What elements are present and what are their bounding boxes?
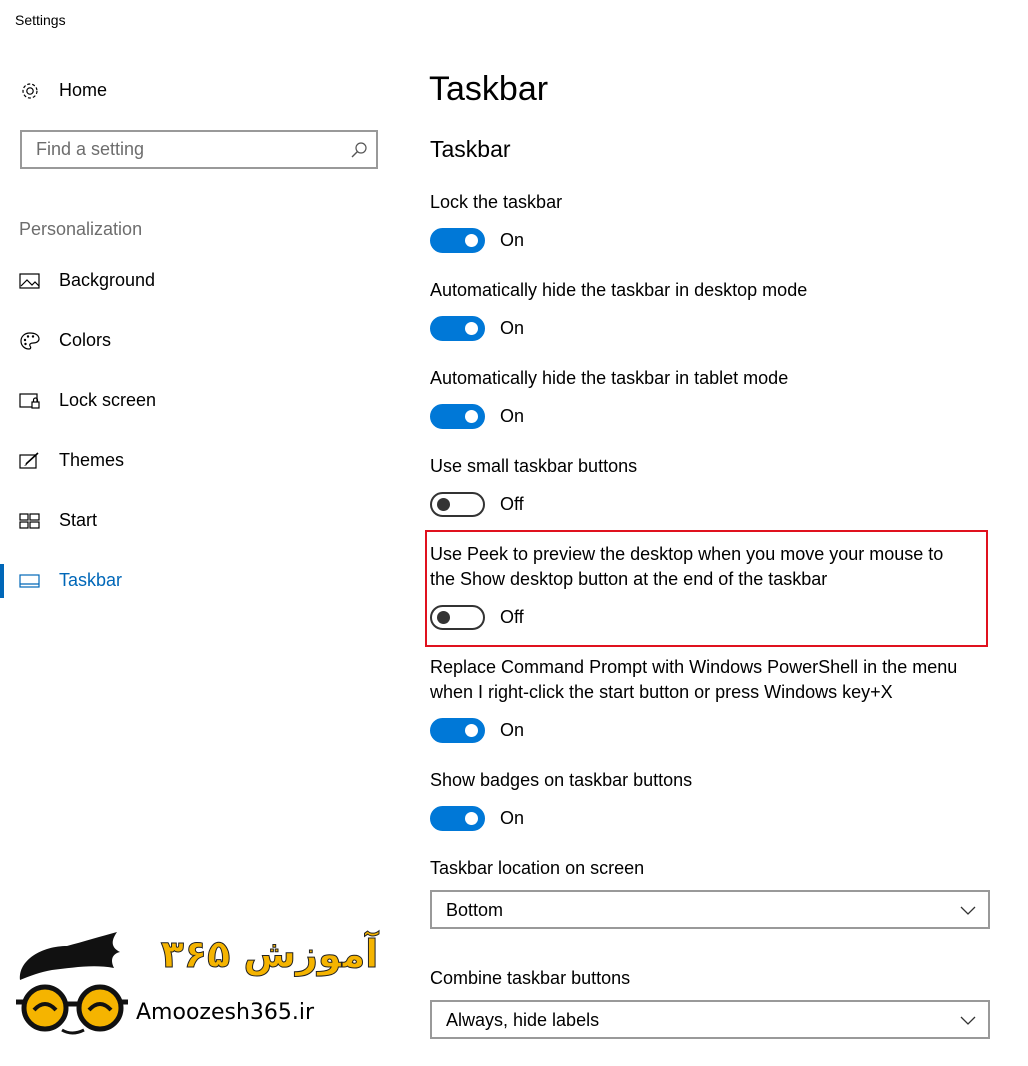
sidebar-item-label: Background <box>59 270 156 290</box>
chevron-down-icon <box>960 1012 976 1028</box>
palette-icon <box>19 331 41 351</box>
section-heading-personalization: Personalization <box>19 219 143 239</box>
toggle-small-buttons[interactable] <box>430 492 485 517</box>
themes-icon <box>19 451 41 471</box>
amoozesh365-logo: آموزش ۳۶۵ Amoozesh365.ir <box>12 930 402 1040</box>
sidebar-item-label: Start <box>59 510 98 530</box>
sidebar-item-label: Taskbar <box>59 570 123 590</box>
chevron-down-icon <box>960 902 976 918</box>
setting-label-lock-taskbar: Lock the taskbar <box>430 192 563 212</box>
toggle-knob <box>465 410 478 423</box>
toggle-peek[interactable] <box>430 605 485 630</box>
sidebar-item-label: Themes <box>59 450 125 470</box>
setting-label-location: Taskbar location on screen <box>430 858 645 878</box>
toggle-knob <box>465 812 478 825</box>
toggle-knob <box>465 322 478 335</box>
toggle-knob <box>465 234 478 247</box>
setting-label-line: when I right-click the start button or p… <box>430 682 893 702</box>
logo-persian-text: آموزش ۳۶۵ <box>160 932 379 977</box>
sidebar-item-lock-screen[interactable]: Lock screen <box>0 381 390 421</box>
sidebar-item-label: Colors <box>59 330 112 350</box>
toggle-autohide-tablet[interactable] <box>430 404 485 429</box>
sidebar-item-colors[interactable]: Colors <box>0 321 390 361</box>
sidebar-item-home[interactable]: Home <box>0 71 390 111</box>
window-title: Settings <box>15 12 66 28</box>
toggle-powershell[interactable] <box>430 718 485 743</box>
select-value: Bottom <box>446 900 504 920</box>
active-indicator <box>0 564 4 598</box>
select-value: Always, hide labels <box>446 1010 600 1030</box>
setting-label-autohide-tablet: Automatically hide the taskbar in tablet… <box>430 368 789 388</box>
taskbar-icon <box>19 571 41 591</box>
combine-select[interactable]: Always, hide labels <box>430 1000 990 1039</box>
sidebar-item-themes[interactable]: Themes <box>0 441 390 481</box>
toggle-autohide-desktop[interactable] <box>430 316 485 341</box>
sidebar-item-label: Home <box>59 80 108 100</box>
setting-label-line: Use Peek to preview the desktop when you… <box>430 544 944 564</box>
location-select[interactable]: Bottom <box>430 890 990 929</box>
lock-screen-icon <box>19 391 41 411</box>
toggle-state-label: On <box>500 808 525 828</box>
toggle-state-label: On <box>500 406 525 426</box>
toggle-knob <box>437 611 450 624</box>
search-field[interactable] <box>20 130 378 169</box>
toggle-state-label: Off <box>500 607 524 627</box>
toggle-state-label: Off <box>500 494 524 514</box>
logo-text: Amoozesh365.ir <box>136 1000 315 1025</box>
setting-label-combine: Combine taskbar buttons <box>430 968 631 988</box>
toggle-badges[interactable] <box>430 806 485 831</box>
toggle-knob <box>437 498 450 511</box>
toggle-state-label: On <box>500 230 525 250</box>
sidebar-item-start[interactable]: Start <box>0 501 390 541</box>
section-title: Taskbar <box>430 136 511 162</box>
toggle-knob <box>465 724 478 737</box>
setting-label-line: Replace Command Prompt with Windows Powe… <box>430 657 958 677</box>
picture-icon <box>19 271 41 291</box>
setting-label-peek: Use Peek to preview the desktop when you… <box>430 542 990 592</box>
sidebar-item-background[interactable]: Background <box>0 261 390 301</box>
setting-label-badges: Show badges on taskbar buttons <box>430 770 693 790</box>
sidebar-item-label: Lock screen <box>59 390 157 410</box>
start-icon <box>19 511 41 531</box>
toggle-lock-taskbar[interactable] <box>430 228 485 253</box>
setting-label-powershell: Replace Command Prompt with Windows Powe… <box>430 655 990 705</box>
search-input[interactable] <box>36 132 336 167</box>
toggle-state-label: On <box>500 720 525 740</box>
setting-label-autohide-desktop: Automatically hide the taskbar in deskto… <box>430 280 808 300</box>
gear-icon <box>19 81 41 101</box>
setting-label-small-buttons: Use small taskbar buttons <box>430 456 638 476</box>
setting-label-line: the Show desktop button at the end of th… <box>430 569 828 589</box>
toggle-state-label: On <box>500 318 525 338</box>
search-icon[interactable] <box>350 141 368 159</box>
page-title: Taskbar <box>429 70 549 108</box>
sidebar-item-taskbar[interactable]: Taskbar <box>0 561 390 601</box>
